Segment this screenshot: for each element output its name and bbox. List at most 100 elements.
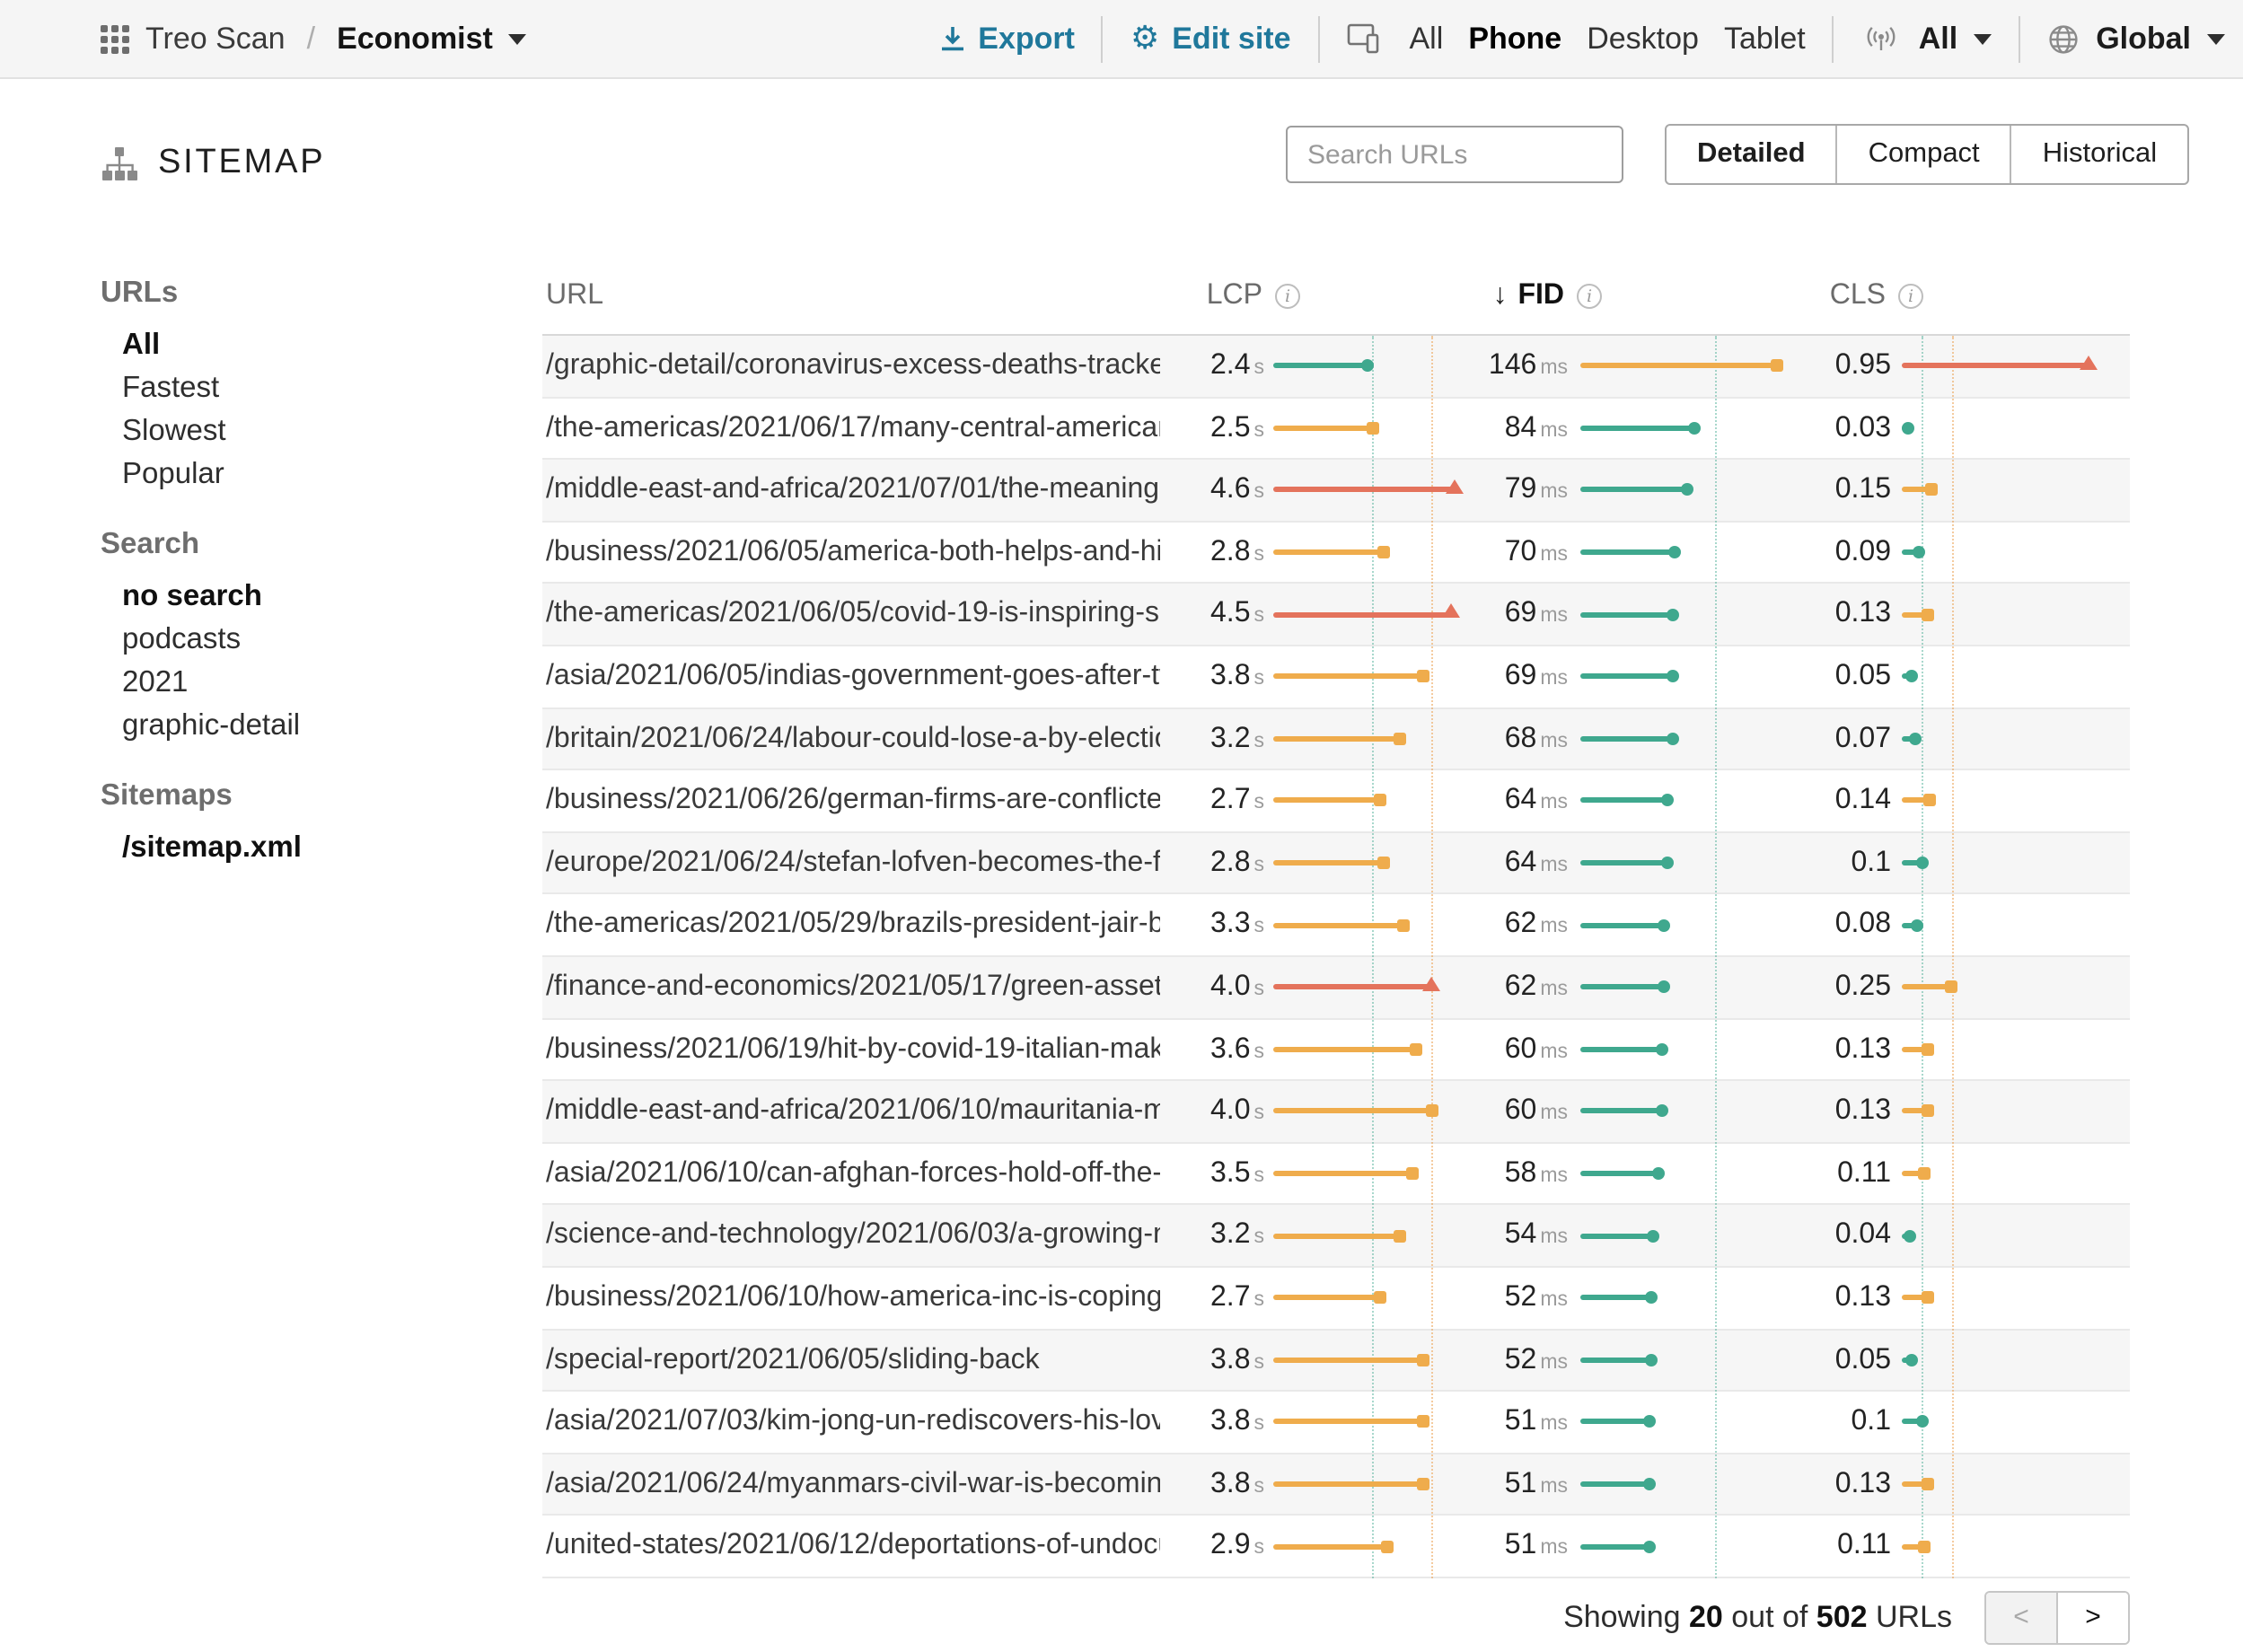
export-button[interactable]: Export [938, 21, 1075, 57]
sidebar-item-fastest[interactable]: Fastest [122, 366, 496, 409]
table-row[interactable]: /asia/2021/06/05/indias-government-goes-… [542, 646, 2130, 708]
warn-square-marker [1417, 671, 1429, 683]
sidebar-item-popular[interactable]: Popular [122, 453, 496, 496]
device-filter-phone[interactable]: Phone [1468, 21, 1561, 57]
device-filter-all[interactable]: All [1410, 21, 1444, 57]
table-row[interactable]: /asia/2021/07/03/kim-jong-un-rediscovers… [542, 1392, 2130, 1454]
view-tab-compact[interactable]: Compact [1836, 126, 2010, 183]
table-row[interactable]: /science-and-technology/2021/06/03/a-gro… [542, 1206, 2130, 1268]
sidebar-item-graphic-detail[interactable]: graphic-detail [122, 704, 496, 747]
url-cell[interactable]: /middle-east-and-africa/2021/07/01/the-m… [546, 460, 1160, 519]
sidebar-item-no-search[interactable]: no search [122, 575, 496, 618]
antenna-icon [1861, 24, 1903, 53]
next-page-button[interactable]: > [2058, 1593, 2128, 1643]
url-cell[interactable]: /finance-and-economics/2021/05/17/green-… [546, 957, 1160, 1016]
url-cell[interactable]: /science-and-technology/2021/06/03/a-gro… [546, 1206, 1160, 1265]
table-row[interactable]: /united-states/2021/06/12/deportations-o… [542, 1516, 2130, 1578]
region-selector[interactable]: Global [2047, 21, 2225, 57]
device-filter-tablet[interactable]: Tablet [1724, 21, 1806, 57]
lcp-unit: s [1254, 1041, 1265, 1062]
lcp-value: 4.0s [1162, 957, 1264, 1016]
url-cell[interactable]: /the-americas/2021/05/29/brazils-preside… [546, 895, 1160, 954]
fid-unit: ms [1540, 668, 1568, 690]
url-cell[interactable]: /the-americas/2021/06/05/covid-19-is-ins… [546, 584, 1160, 644]
column-header-fid[interactable]: ↓ FID i [1386, 259, 1602, 334]
url-cell[interactable]: /asia/2021/07/03/kim-jong-un-rediscovers… [546, 1392, 1160, 1451]
url-cell[interactable]: /business/2021/06/26/german-firms-are-co… [546, 770, 1160, 830]
poor-triangle-marker [1421, 976, 1439, 990]
fid-value: 51ms [1419, 1392, 1568, 1451]
table-row[interactable]: /britain/2021/06/24/labour-could-lose-a-… [542, 708, 2130, 770]
info-icon[interactable]: i [1577, 284, 1602, 309]
warn-square-marker [1922, 1043, 1934, 1056]
url-cell[interactable]: /united-states/2021/06/12/deportations-o… [546, 1516, 1160, 1576]
table-row[interactable]: /business/2021/06/05/america-both-helps-… [542, 523, 2130, 584]
lcp-unit: s [1254, 855, 1265, 876]
table-row[interactable]: /middle-east-and-africa/2021/07/01/the-m… [542, 460, 2130, 522]
sidebar-item-2021[interactable]: 2021 [122, 661, 496, 704]
good-circle-marker [1660, 795, 1673, 807]
good-circle-marker [1667, 671, 1680, 683]
cls-value: 0.08 [1781, 895, 1891, 954]
table-row[interactable]: /asia/2021/06/10/can-afghan-forces-hold-… [542, 1143, 2130, 1205]
table-row[interactable]: /business/2021/06/10/how-america-inc-is-… [542, 1268, 2130, 1330]
table-row[interactable]: /the-americas/2021/06/17/many-central-am… [542, 398, 2130, 460]
table-row[interactable]: /middle-east-and-africa/2021/06/10/mauri… [542, 1081, 2130, 1143]
warn-square-marker [1922, 1105, 1934, 1118]
fid-unit: ms [1540, 730, 1568, 751]
table-row[interactable]: /business/2021/06/26/german-firms-are-co… [542, 770, 2130, 832]
fid-unit: ms [1540, 544, 1568, 566]
app-name[interactable]: Treo Scan [145, 21, 286, 57]
info-icon[interactable]: i [1898, 284, 1923, 309]
edit-site-button[interactable]: ⚙ Edit site [1130, 21, 1291, 57]
url-cell[interactable]: /graphic-detail/coronavirus-excess-death… [546, 336, 1160, 395]
info-icon[interactable]: i [1275, 284, 1300, 309]
cls-value: 0.1 [1781, 1392, 1891, 1451]
lcp-unit: s [1254, 1164, 1265, 1186]
site-selector[interactable]: Economist [337, 21, 527, 57]
warn-square-marker [1374, 795, 1386, 807]
fid-value: 84ms [1419, 398, 1568, 457]
url-cell[interactable]: /the-americas/2021/06/17/many-central-am… [546, 398, 1160, 457]
device-filter-desktop[interactable]: Desktop [1587, 21, 1699, 57]
view-tab-detailed[interactable]: Detailed [1667, 126, 1836, 183]
sidebar-item-all[interactable]: All [122, 323, 496, 366]
url-cell[interactable]: /business/2021/06/05/america-both-helps-… [546, 523, 1160, 582]
url-cell[interactable]: /europe/2021/06/24/stefan-lofven-becomes… [546, 833, 1160, 892]
showing-prefix: Showing [1563, 1600, 1689, 1634]
table-row[interactable]: /asia/2021/06/24/myanmars-civil-war-is-b… [542, 1454, 2130, 1516]
url-cell[interactable]: /business/2021/06/10/how-america-inc-is-… [546, 1268, 1160, 1327]
url-cell[interactable]: /business/2021/06/19/hit-by-covid-19-ita… [546, 1019, 1160, 1078]
fid-unit: ms [1540, 1413, 1568, 1435]
fid-unit: ms [1540, 1538, 1568, 1560]
table-row[interactable]: /graphic-detail/coronavirus-excess-death… [542, 336, 2130, 398]
url-cell[interactable]: /asia/2021/06/10/can-afghan-forces-hold-… [546, 1143, 1160, 1202]
network-selector[interactable]: All [1861, 21, 1992, 57]
table-row[interactable]: /europe/2021/06/24/stefan-lofven-becomes… [542, 833, 2130, 895]
column-header-url[interactable]: URL [546, 259, 603, 334]
url-cell[interactable]: /asia/2021/06/05/indias-government-goes-… [546, 646, 1160, 706]
table-row[interactable]: /finance-and-economics/2021/05/17/green-… [542, 957, 2130, 1019]
sidebar-item-sitemap-xml[interactable]: /sitemap.xml [122, 826, 496, 869]
column-header-cls[interactable]: CLS i [1719, 259, 1923, 334]
cls-value: 0.13 [1781, 1081, 1891, 1140]
table-row[interactable]: /special-report/2021/06/05/sliding-back3… [542, 1330, 2130, 1392]
lcp-unit: s [1254, 1289, 1265, 1311]
sidebar-item-podcasts[interactable]: podcasts [122, 618, 496, 661]
table-row[interactable]: /the-americas/2021/06/05/covid-19-is-ins… [542, 584, 2130, 646]
fid-value: 51ms [1419, 1516, 1568, 1576]
url-cell[interactable]: /special-report/2021/06/05/sliding-back [546, 1330, 1160, 1389]
url-cell[interactable]: /middle-east-and-africa/2021/06/10/mauri… [546, 1081, 1160, 1140]
sidebar-item-slowest[interactable]: Slowest [122, 409, 496, 453]
search-input[interactable] [1286, 126, 1623, 183]
warn-square-marker [1417, 1354, 1429, 1366]
sidebar-section-title: Sitemaps [101, 772, 496, 821]
prev-page-button[interactable]: < [1986, 1593, 2058, 1643]
url-cell[interactable]: /britain/2021/06/24/labour-could-lose-a-… [546, 708, 1160, 768]
table-row[interactable]: /the-americas/2021/05/29/brazils-preside… [542, 895, 2130, 957]
url-cell[interactable]: /asia/2021/06/24/myanmars-civil-war-is-b… [546, 1454, 1160, 1513]
table-row[interactable]: /business/2021/06/19/hit-by-covid-19-ita… [542, 1019, 2130, 1081]
column-header-lcp[interactable]: LCP i [1126, 259, 1300, 334]
app-grid-icon[interactable] [101, 24, 129, 53]
view-tab-historical[interactable]: Historical [2010, 126, 2187, 183]
